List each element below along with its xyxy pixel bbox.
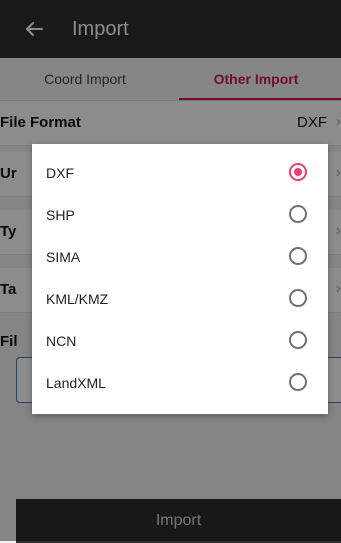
radio-unselected-icon[interactable] [289,247,307,265]
option-label: SHP [46,207,75,223]
radio-unselected-icon[interactable] [289,331,307,349]
format-option-landxml[interactable]: LandXML [32,362,328,404]
option-label: DXF [46,165,74,181]
radio-selected-icon[interactable] [289,163,307,181]
radio-unselected-icon[interactable] [289,373,307,391]
format-option-shp[interactable]: SHP [32,194,328,236]
radio-unselected-icon[interactable] [289,289,307,307]
format-option-ncn[interactable]: NCN [32,320,328,362]
option-label: NCN [46,333,77,349]
format-option-sima[interactable]: SIMA [32,236,328,278]
option-label: KML/KMZ [46,291,109,307]
option-label: SIMA [46,249,81,265]
format-option-dxf[interactable]: DXF [32,152,328,194]
option-label: LandXML [46,375,106,391]
radio-unselected-icon[interactable] [289,205,307,223]
file-format-dialog: DXF SHP SIMA KML/KMZ NCN LandXML [32,144,328,414]
format-option-kml-kmz[interactable]: KML/KMZ [32,278,328,320]
